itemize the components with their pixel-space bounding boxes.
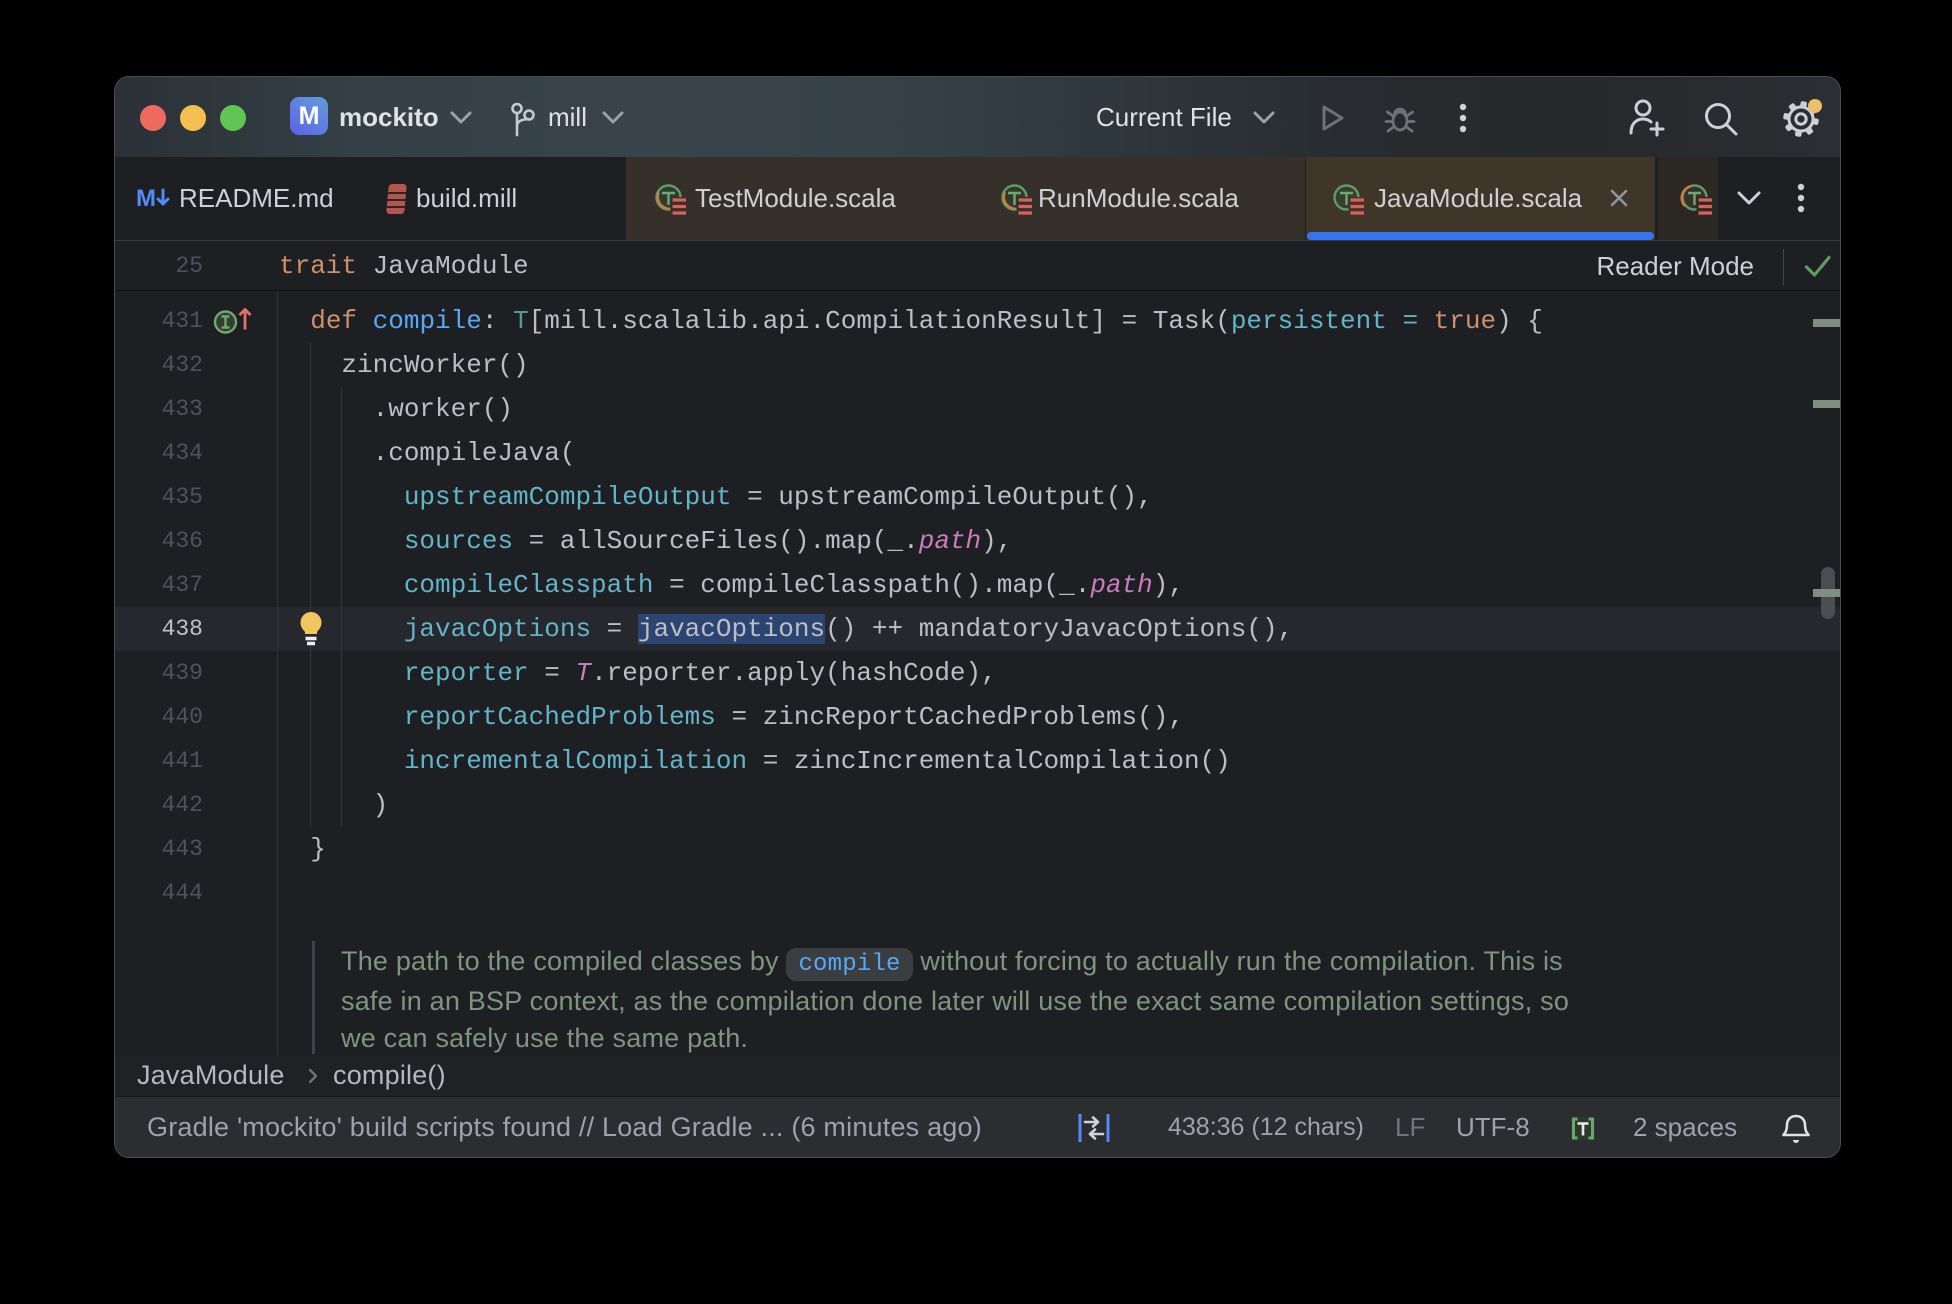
svg-text:M: M <box>136 185 156 212</box>
